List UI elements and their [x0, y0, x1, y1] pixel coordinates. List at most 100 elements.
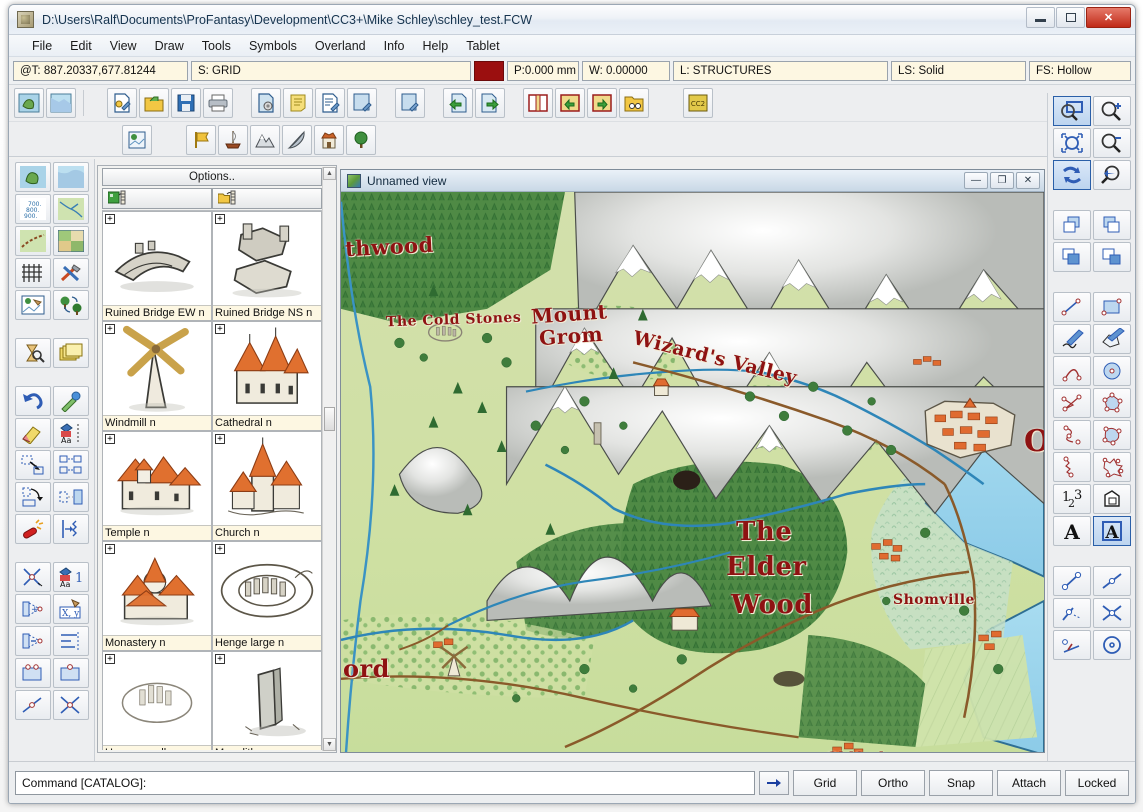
circle-icon[interactable]: [1093, 356, 1131, 386]
measure-cross-icon[interactable]: [1093, 598, 1131, 628]
fill-style-field[interactable]: FS: Hollow: [1029, 60, 1131, 81]
mirror-icon[interactable]: [53, 482, 89, 512]
explode-icon[interactable]: [15, 514, 51, 544]
send-to-back-icon[interactable]: [1093, 210, 1131, 240]
bring-forward-icon[interactable]: [1053, 242, 1091, 272]
menu-item-draw[interactable]: Draw: [146, 37, 193, 55]
catalog-symbol-item[interactable]: +Henge small n: [102, 651, 212, 750]
measure-line-icon[interactable]: [1053, 566, 1091, 596]
map-view-minimize-button[interactable]: —: [964, 172, 988, 189]
menu-item-symbols[interactable]: Symbols: [240, 37, 306, 55]
tree-icon[interactable]: [346, 124, 376, 155]
menu-item-edit[interactable]: Edit: [61, 37, 101, 55]
fractal-polygon-icon[interactable]: [1093, 452, 1131, 482]
snap-field[interactable]: S: GRID: [191, 60, 471, 81]
command-input[interactable]: Command [CATALOG]:: [15, 770, 755, 795]
castle-icon[interactable]: [314, 124, 344, 155]
map-canvas[interactable]: thwood The Cold Stones Mount Grom Wizard's V…: [341, 192, 1044, 752]
extend-icon[interactable]: [15, 690, 51, 720]
menu-item-info[interactable]: Info: [375, 37, 414, 55]
pen-field[interactable]: P:0.000 mm: [507, 60, 579, 81]
coordinate-field[interactable]: @T: 887.20337,677.81244: [13, 60, 188, 81]
catalog-symbol-item[interactable]: + Ruined Bridge NS n: [212, 211, 322, 322]
intersection-icon[interactable]: [53, 690, 89, 720]
flag-icon[interactable]: [186, 124, 216, 155]
map-settings-icon[interactable]: [251, 88, 281, 118]
width-field[interactable]: W: 0.00000: [582, 60, 670, 81]
draw-tools-icon[interactable]: [395, 88, 425, 118]
hourglass-zoom-icon[interactable]: [15, 338, 51, 368]
menu-item-view[interactable]: View: [101, 37, 146, 55]
eyedropper-icon[interactable]: [53, 386, 89, 416]
command-toggle-attach[interactable]: Attach: [997, 769, 1061, 796]
spline-icon[interactable]: [1053, 420, 1091, 450]
measure-offset-icon[interactable]: [1053, 598, 1091, 628]
line-style-field[interactable]: LS: Solid: [891, 60, 1026, 81]
remove-node-icon[interactable]: [15, 626, 51, 656]
fractal-line-icon[interactable]: [1053, 452, 1091, 482]
zoom-window-icon[interactable]: [1053, 96, 1091, 126]
arc-icon[interactable]: [1053, 356, 1091, 386]
text-number-icon[interactable]: Aa 1: [53, 562, 89, 592]
rotate-icon[interactable]: [15, 482, 51, 512]
zoom-previous-icon[interactable]: [1093, 160, 1131, 190]
zoom-extents-icon[interactable]: [1053, 128, 1091, 158]
maximize-button[interactable]: [1056, 7, 1085, 28]
catalog-scroll-up-button[interactable]: ▲: [323, 167, 336, 180]
edit-map-icon[interactable]: [347, 88, 377, 118]
book-prev-icon[interactable]: [555, 88, 585, 118]
polygon-freehand-icon[interactable]: [1093, 324, 1131, 354]
zoom-in-icon[interactable]: [1093, 96, 1131, 126]
ship-icon[interactable]: [218, 124, 248, 155]
path-icon[interactable]: [1053, 388, 1091, 418]
text-box-icon[interactable]: A: [1093, 516, 1131, 546]
menu-item-help[interactable]: Help: [413, 37, 457, 55]
command-toggle-ortho[interactable]: Ortho: [861, 769, 925, 796]
break-icon[interactable]: [53, 658, 89, 688]
catalog-symbol-item[interactable]: + Church n: [212, 431, 322, 542]
catalog-options-button[interactable]: Options..: [102, 168, 322, 186]
catalog-symbol-item[interactable]: + Henge large n: [212, 541, 322, 652]
notes-icon[interactable]: [283, 88, 313, 118]
edit-text-icon[interactable]: [315, 88, 345, 118]
map-overview-icon[interactable]: [46, 88, 76, 118]
catalog-scroll-down-button[interactable]: ▼: [323, 738, 336, 751]
redraw-icon[interactable]: [1053, 160, 1091, 190]
catalog-symbol-item[interactable]: + Windmill n: [102, 321, 212, 432]
folder-open-icon[interactable]: [139, 88, 169, 118]
map-view-close-button[interactable]: ✕: [1016, 172, 1040, 189]
symbol-swap-icon[interactable]: [53, 290, 89, 320]
river-icon[interactable]: [53, 194, 89, 224]
minimize-button[interactable]: [1026, 7, 1055, 28]
contour-numbers-icon[interactable]: 700. 800. 900.: [15, 194, 51, 224]
measure-angle-icon[interactable]: [1053, 630, 1091, 660]
catalog-scrollbar[interactable]: ▲ ▼: [322, 167, 336, 751]
book-icon[interactable]: [523, 88, 553, 118]
catalog-symbol-item[interactable]: + Temple n: [102, 431, 212, 542]
menu-item-file[interactable]: File: [23, 37, 61, 55]
close-button[interactable]: ✕: [1086, 7, 1131, 28]
add-node-icon[interactable]: +: [15, 594, 51, 624]
terrain-tiles-icon[interactable]: [53, 226, 89, 256]
menu-item-tablet[interactable]: Tablet: [457, 37, 508, 55]
menu-item-overland[interactable]: Overland: [306, 37, 375, 55]
grid-icon[interactable]: [15, 258, 51, 288]
catalog-symbol-item[interactable]: +Monolith n: [212, 651, 322, 750]
fractalize-icon[interactable]: [53, 514, 89, 544]
catalog-new-icon[interactable]: [102, 187, 212, 210]
color-swatch[interactable]: [474, 60, 504, 81]
command-toggle-grid[interactable]: Grid: [793, 769, 857, 796]
array-copy-icon[interactable]: [53, 450, 89, 480]
trim-icon[interactable]: [15, 562, 51, 592]
zoom-out-icon[interactable]: [1093, 128, 1131, 158]
mountain-icon[interactable]: [250, 124, 280, 155]
terrain-paint-icon[interactable]: [122, 124, 152, 155]
book-next-icon[interactable]: [587, 88, 617, 118]
rectangle-icon[interactable]: [1093, 292, 1131, 322]
folder-browse-icon[interactable]: [619, 88, 649, 118]
file-new-icon[interactable]: [107, 88, 137, 118]
line-icon[interactable]: [1053, 292, 1091, 322]
coastline-icon[interactable]: [53, 162, 89, 192]
feather-icon[interactable]: [282, 124, 312, 155]
polygon-icon[interactable]: [1093, 388, 1131, 418]
